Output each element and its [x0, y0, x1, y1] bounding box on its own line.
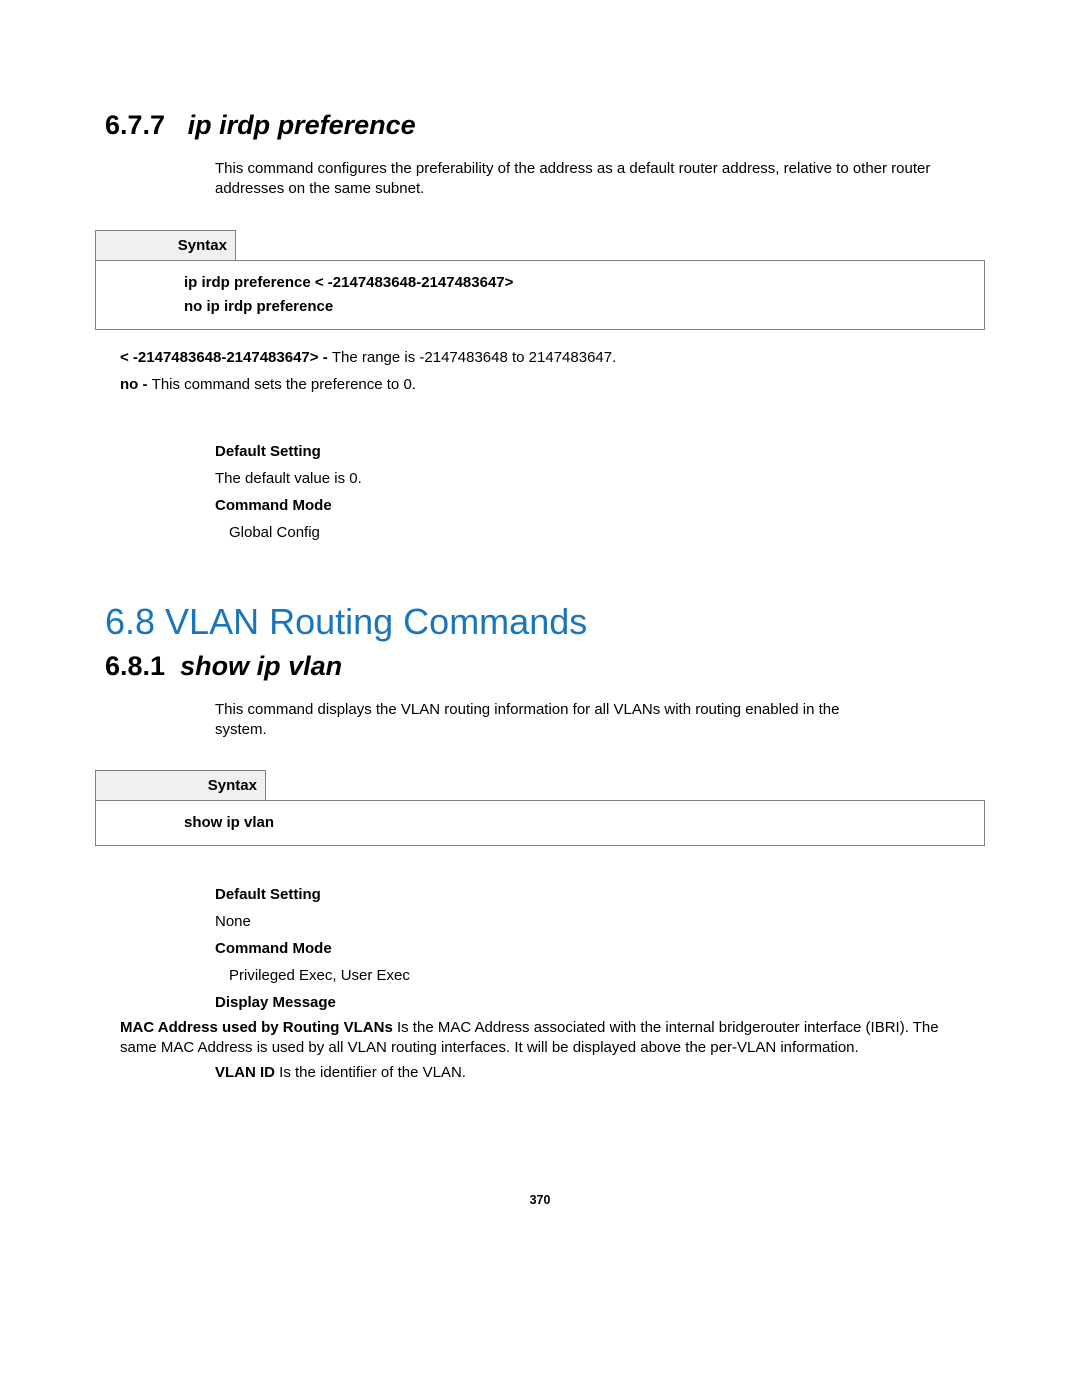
- default-setting-heading: Default Setting: [215, 438, 985, 465]
- param-name: no -: [120, 376, 152, 393]
- command-mode-value: Privileged Exec, User Exec: [215, 962, 985, 989]
- vlan-id-row: VLAN ID Is the identifier of the VLAN.: [215, 1063, 955, 1083]
- param-row: no - This command sets the preference to…: [120, 371, 985, 398]
- syntax-table-677: Syntax ip irdp preference < -2147483648-…: [95, 230, 985, 330]
- syntax-label: Syntax: [96, 230, 236, 260]
- param-block-677: < -2147483648-2147483647> - The range is…: [120, 344, 985, 398]
- section-heading-68: 6.8 VLAN Routing Commands: [105, 601, 985, 643]
- section-title: ip irdp preference: [188, 110, 416, 140]
- syntax-line: show ip vlan: [184, 811, 974, 835]
- param-row: < -2147483648-2147483647> - The range is…: [120, 344, 985, 371]
- command-mode-heading: Command Mode: [215, 492, 985, 519]
- vlan-id-text: Is the identifier of the VLAN.: [279, 1064, 466, 1081]
- param-text: This command sets the preference to 0.: [152, 376, 416, 393]
- syntax-line: no ip irdp preference: [184, 295, 974, 319]
- section-heading-677: 6.7.7 ip irdp preference: [105, 110, 985, 141]
- vlan-id-label: VLAN ID: [215, 1064, 279, 1081]
- display-message-heading: Display Message: [215, 989, 985, 1016]
- document-page: 6.7.7 ip irdp preference This command co…: [0, 0, 1080, 1397]
- default-setting-value: The default value is 0.: [215, 465, 985, 492]
- param-text: The range is -2147483648 to 2147483647.: [332, 349, 616, 366]
- section-number: 6.7.7: [105, 110, 165, 140]
- syntax-label: Syntax: [96, 771, 266, 801]
- default-setting-value: None: [215, 908, 985, 935]
- display-message-body: MAC Address used by Routing VLANs Is the…: [120, 1018, 960, 1059]
- default-setting-heading: Default Setting: [215, 881, 985, 908]
- section-number: 6.8.1: [105, 651, 165, 681]
- syntax-body: ip irdp preference < -2147483648-2147483…: [96, 260, 985, 329]
- syntax-line: ip irdp preference < -2147483648-2147483…: [184, 271, 974, 295]
- settings-block-677: Default Setting The default value is 0. …: [215, 438, 985, 546]
- mac-address-label: MAC Address used by Routing VLANs: [120, 1019, 397, 1036]
- command-mode-value: Global Config: [215, 519, 985, 546]
- desc-line: This command displays the VLAN routing i…: [215, 701, 840, 718]
- param-name: < -2147483648-2147483647> -: [120, 349, 332, 366]
- syntax-table-681: Syntax show ip vlan: [95, 770, 985, 846]
- desc-line: system.: [215, 721, 267, 738]
- section-681-desc: This command displays the VLAN routing i…: [215, 700, 955, 741]
- section-heading-681: 6.8.1 show ip vlan: [105, 651, 985, 682]
- section-title: show ip vlan: [180, 651, 342, 681]
- page-number: 370: [0, 1193, 1080, 1207]
- syntax-body: show ip vlan: [96, 801, 985, 846]
- command-mode-heading: Command Mode: [215, 935, 985, 962]
- settings-block-681: Default Setting None Command Mode Privil…: [215, 881, 985, 1016]
- section-677-desc: This command configures the preferabilit…: [215, 159, 955, 200]
